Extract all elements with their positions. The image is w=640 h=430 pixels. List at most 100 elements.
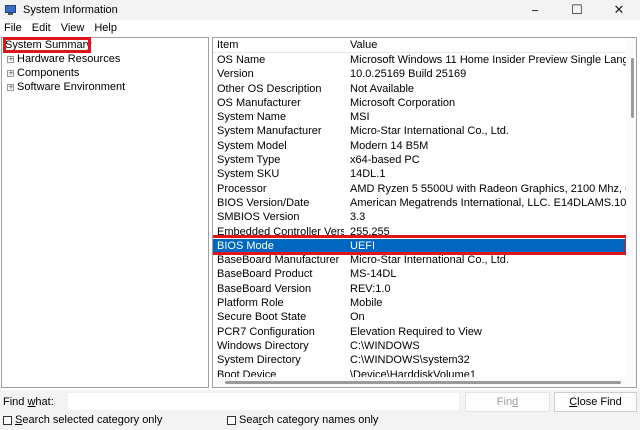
menu-help[interactable]: Help: [89, 22, 122, 34]
value-cell: Not Available: [350, 82, 415, 95]
item-cell: BaseBoard Manufacturer: [217, 254, 340, 267]
value-cell: On: [350, 311, 365, 324]
value-cell: C:\WINDOWS: [350, 339, 420, 352]
menu-file[interactable]: File: [0, 22, 27, 34]
item-cell: Embedded Controller Version: [217, 225, 344, 238]
value-cell: 10.0.25169 Build 25169: [350, 68, 467, 81]
expand-icon[interactable]: +: [7, 83, 14, 91]
table-row[interactable]: System Name MSI: [213, 110, 636, 124]
close-find-button[interactable]: Close Find: [554, 392, 637, 412]
tree-item-software-environment[interactable]: + Software Environment: [2, 80, 208, 94]
table-row[interactable]: Secure Boot State On: [213, 310, 636, 324]
scrollbar-thumb[interactable]: [631, 58, 634, 118]
value-cell: Micro-Star International Co., Ltd.: [350, 125, 509, 138]
window-title: System Information: [23, 4, 118, 16]
item-cell: SMBIOS Version: [217, 211, 300, 224]
table-row[interactable]: OS Manufacturer Microsoft Corporation: [213, 96, 636, 110]
vertical-scrollbar[interactable]: [626, 38, 636, 377]
find-what-input[interactable]: [67, 392, 460, 411]
find-bar: Find what: Find Close Find Search select…: [0, 390, 640, 430]
table-row[interactable]: Processor AMD Ryzen 5 5500U with Radeon G…: [213, 182, 636, 196]
details-list: Item Value OS Name Microsoft Windows 11 H…: [212, 37, 637, 388]
value-cell: Microsoft Windows 11 Home Insider Previe…: [350, 54, 626, 66]
search-selected-category-label: Search selected category only: [15, 414, 163, 426]
system-information-icon: [5, 4, 17, 16]
item-cell: OS Manufacturer: [217, 96, 301, 109]
item-cell: BaseBoard Version: [217, 282, 312, 295]
horizontal-scrollbar[interactable]: [213, 377, 636, 387]
item-cell: OS Name: [217, 54, 266, 66]
item-cell: Processor: [217, 182, 267, 195]
tree-item-label: Software Environment: [17, 81, 126, 93]
table-row[interactable]: Platform Role Mobile: [213, 296, 636, 310]
value-cell: Microsoft Corporation: [350, 96, 456, 109]
list-body: OS Name Microsoft Windows 11 Home Insider…: [213, 53, 636, 382]
item-cell: Version: [217, 68, 254, 81]
value-cell: 255.255: [350, 225, 390, 238]
table-row[interactable]: BaseBoard Manufacturer Micro-Star Interna…: [213, 253, 636, 267]
table-row[interactable]: BIOS Mode UEFI: [213, 238, 636, 254]
item-cell: System Directory: [217, 354, 301, 367]
value-cell: C:\WINDOWS\system32: [350, 354, 470, 367]
value-cell: 3.3: [350, 211, 366, 224]
table-row[interactable]: Version 10.0.25169 Build 25169: [213, 67, 636, 81]
value-cell: American Megatrends International, LLC. …: [350, 196, 626, 209]
item-cell: System Manufacturer: [217, 125, 322, 138]
menu-view[interactable]: View: [56, 22, 90, 34]
table-row[interactable]: Windows Directory C:\WINDOWS: [213, 339, 636, 353]
title-bar: System Information − ☐ ✕: [0, 0, 640, 20]
find-button[interactable]: Find: [465, 392, 550, 412]
expand-icon[interactable]: +: [7, 69, 14, 77]
tree-item-system-summary[interactable]: System Summary: [2, 37, 208, 53]
column-header-value[interactable]: Value: [344, 38, 626, 52]
tree-item-components[interactable]: + Components: [2, 66, 208, 80]
item-cell: Secure Boot State: [217, 311, 307, 324]
value-cell: AMD Ryzen 5 5500U with Radeon Graphics, …: [350, 182, 626, 195]
table-row[interactable]: Other OS Description Not Available: [213, 82, 636, 96]
tree-item-label: Components: [17, 67, 80, 79]
table-row[interactable]: SMBIOS Version 3.3: [213, 210, 636, 224]
table-row[interactable]: BaseBoard Product MS-14DL: [213, 267, 636, 281]
item-cell: BIOS Version/Date: [217, 196, 310, 209]
value-cell: Elevation Required to View: [350, 325, 482, 338]
tree-item-hardware-resources[interactable]: + Hardware Resources: [2, 52, 208, 66]
item-cell: Platform Role: [217, 297, 284, 310]
item-cell: PCR7 Configuration: [217, 325, 315, 338]
table-row[interactable]: OS Name Microsoft Windows 11 Home Insider…: [213, 53, 636, 67]
table-row[interactable]: System SKU 14DL.1: [213, 167, 636, 181]
value-cell: Micro-Star International Co., Ltd.: [350, 254, 509, 267]
table-row[interactable]: System Type x64-based PC: [213, 153, 636, 167]
search-category-names-option[interactable]: Search category names only: [227, 414, 378, 426]
item-cell: Other OS Description: [217, 82, 322, 95]
value-cell: Mobile: [350, 297, 383, 310]
scrollbar-thumb[interactable]: [225, 381, 621, 384]
item-cell: Windows Directory: [217, 339, 309, 352]
search-selected-category-option[interactable]: Search selected category only: [3, 414, 162, 426]
list-header: Item Value: [213, 38, 636, 53]
column-header-item[interactable]: Item: [213, 38, 344, 52]
value-cell: 14DL.1: [350, 168, 386, 181]
search-selected-category-checkbox[interactable]: [3, 415, 12, 425]
minimize-button[interactable]: −: [514, 0, 556, 20]
menu-edit[interactable]: Edit: [27, 22, 56, 34]
item-cell: System Name: [217, 111, 287, 124]
table-row[interactable]: System Manufacturer Micro-Star Internatio…: [213, 124, 636, 138]
value-cell: x64-based PC: [350, 154, 420, 167]
highlight-box: [3, 37, 91, 53]
value-cell: UEFI: [350, 239, 376, 252]
table-row[interactable]: Embedded Controller Version 255.255: [213, 225, 636, 239]
value-cell: MS-14DL: [350, 268, 397, 281]
table-row[interactable]: BaseBoard Version REV:1.0: [213, 282, 636, 296]
maximize-button[interactable]: ☐: [556, 0, 598, 20]
table-row[interactable]: System Directory C:\WINDOWS\system32: [213, 353, 636, 367]
table-row[interactable]: PCR7 Configuration Elevation Required to …: [213, 325, 636, 339]
close-window-button[interactable]: ✕: [598, 0, 640, 20]
item-cell: BIOS Mode: [217, 239, 274, 252]
search-category-names-checkbox[interactable]: [227, 415, 236, 425]
category-tree: System Summary + Hardware Resources + Co…: [1, 37, 209, 388]
item-cell: System Model: [217, 139, 287, 152]
item-cell: BaseBoard Product: [217, 268, 313, 281]
expand-icon[interactable]: +: [7, 55, 14, 63]
table-row[interactable]: System Model Modern 14 B5M: [213, 139, 636, 153]
table-row[interactable]: BIOS Version/Date American Megatrends Int…: [213, 196, 636, 210]
